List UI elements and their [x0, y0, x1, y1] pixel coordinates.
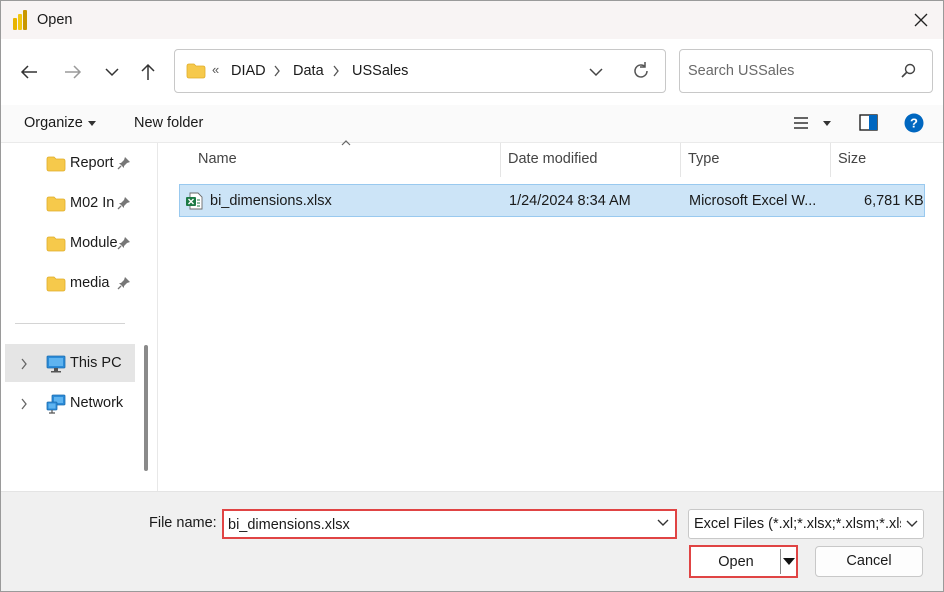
cancel-button-label: Cancel	[846, 553, 892, 569]
help-icon: ?	[904, 113, 924, 133]
sidebar-item-label: media	[70, 275, 110, 291]
navigation-pane: Report M02 In Module media This PC Netwo…	[1, 143, 148, 491]
folder-icon	[46, 156, 66, 172]
organize-button[interactable]: Organize	[24, 115, 96, 131]
file-list: Name Date modified Type Size bi_dimensio…	[158, 140, 943, 491]
arrow-left-icon	[20, 65, 37, 79]
folder-icon	[46, 196, 66, 212]
sidebar-divider	[15, 323, 125, 324]
file-name-label: File name:	[149, 515, 217, 531]
open-button[interactable]: Open	[689, 545, 798, 578]
close-icon	[914, 13, 928, 27]
preview-pane-icon	[859, 114, 878, 131]
list-view-icon	[794, 117, 808, 129]
excel-file-icon	[186, 192, 203, 210]
sidebar-item-report[interactable]: Report	[5, 144, 135, 182]
chevron-down-icon[interactable]	[657, 519, 669, 527]
address-bar[interactable]: « DIAD Data USSales	[174, 49, 666, 93]
pin-icon	[117, 197, 130, 210]
column-divider[interactable]	[680, 143, 681, 177]
forward-button[interactable]	[60, 59, 86, 85]
back-button[interactable]	[16, 59, 42, 85]
sidebar-item-this-pc[interactable]: This PC	[5, 344, 135, 382]
file-type-select[interactable]: Excel Files (*.xl;*.xlsx;*.xlsm;*.xlsb	[688, 509, 924, 539]
sidebar-scrollbar[interactable]	[144, 345, 148, 471]
sidebar-item-label: Report	[70, 155, 114, 171]
chevron-right-icon[interactable]	[20, 398, 28, 410]
chevron-down-icon[interactable]	[585, 62, 607, 82]
pin-icon	[117, 277, 130, 290]
column-header-size[interactable]: Size	[838, 151, 866, 167]
pin-icon	[117, 237, 130, 250]
file-type-value: Excel Files (*.xl;*.xlsx;*.xlsm;*.xlsb	[694, 516, 915, 532]
close-button[interactable]	[905, 5, 937, 35]
up-button[interactable]	[135, 59, 161, 85]
sidebar-item-media[interactable]: media	[5, 264, 135, 302]
caret-down-icon	[823, 121, 832, 126]
open-button-label: Open	[718, 554, 754, 570]
sort-ascending-icon	[341, 140, 351, 146]
overflow-indicator[interactable]: «	[212, 62, 219, 77]
type-cell: Microsoft Excel W...	[689, 193, 817, 209]
column-header-name[interactable]: Name	[198, 151, 237, 167]
computer-icon	[46, 355, 66, 373]
organize-label: Organize	[24, 115, 83, 131]
file-name-cell: bi_dimensions.xlsx	[210, 193, 332, 209]
power-bi-icon	[13, 10, 27, 30]
table-row[interactable]: bi_dimensions.xlsx 1/24/2024 8:34 AM Mic…	[179, 184, 925, 217]
date-modified-cell: 1/24/2024 8:34 AM	[509, 193, 631, 209]
network-icon	[46, 394, 66, 414]
split-divider	[780, 549, 781, 574]
command-bar: Organize New folder ?	[1, 105, 943, 143]
arrow-up-icon	[141, 63, 155, 80]
sidebar-item-module[interactable]: Module	[5, 224, 135, 262]
file-list-scrollbar[interactable]	[930, 143, 943, 491]
refresh-icon[interactable]	[630, 60, 652, 82]
caret-down-icon	[87, 120, 96, 126]
sidebar-item-m02[interactable]: M02 In	[5, 184, 135, 222]
help-button[interactable]: ?	[904, 113, 924, 137]
search-box[interactable]	[679, 49, 933, 93]
sidebar-item-label: Network	[70, 395, 124, 411]
search-input[interactable]	[688, 60, 888, 82]
search-icon	[901, 63, 916, 78]
sidebar-item-label: Module	[70, 235, 118, 251]
column-divider[interactable]	[830, 143, 831, 177]
pin-icon	[117, 157, 130, 170]
arrow-right-icon	[65, 65, 82, 79]
chevron-right-icon[interactable]	[20, 358, 28, 370]
folder-icon	[186, 63, 206, 79]
sidebar-item-network[interactable]: Network	[5, 384, 135, 422]
preview-pane-button[interactable]	[859, 114, 878, 135]
cancel-button[interactable]: Cancel	[815, 546, 923, 577]
breadcrumb-diad[interactable]: DIAD	[231, 63, 266, 79]
dialog-footer: File name: Excel Files (*.xl;*.xlsx;*.xl…	[1, 491, 943, 591]
breadcrumb-data[interactable]: Data	[293, 63, 324, 79]
folder-icon	[46, 236, 66, 252]
new-folder-button[interactable]: New folder	[134, 115, 203, 131]
folder-icon	[46, 276, 66, 292]
svg-text:?: ?	[910, 116, 918, 131]
file-name-input[interactable]	[228, 515, 628, 535]
open-dialog: Open « DIAD Data USSales Search USSales …	[0, 0, 944, 592]
chevron-right-icon[interactable]	[332, 65, 340, 77]
sidebar-item-label: M02 In	[70, 195, 115, 211]
window-title: Open	[37, 12, 73, 28]
title-bar: Open	[1, 1, 943, 39]
chevron-down-icon	[906, 520, 918, 527]
chevron-down-icon	[105, 68, 119, 77]
size-cell: 6,781 KB	[864, 193, 924, 209]
chevron-right-icon[interactable]	[273, 65, 281, 77]
column-divider[interactable]	[500, 143, 501, 177]
caret-down-icon[interactable]	[783, 558, 795, 566]
breadcrumb-ussales[interactable]: USSales	[352, 63, 408, 79]
recent-locations-button[interactable]	[99, 59, 125, 85]
view-options-button[interactable]	[793, 116, 832, 134]
file-name-combobox[interactable]	[222, 509, 677, 539]
column-header-date-modified[interactable]: Date modified	[508, 151, 597, 167]
sidebar-item-label: This PC	[70, 355, 122, 371]
file-type-dropdown[interactable]	[901, 510, 923, 538]
navigation-bar: « DIAD Data USSales	[1, 39, 943, 105]
column-header-type[interactable]: Type	[688, 151, 719, 167]
